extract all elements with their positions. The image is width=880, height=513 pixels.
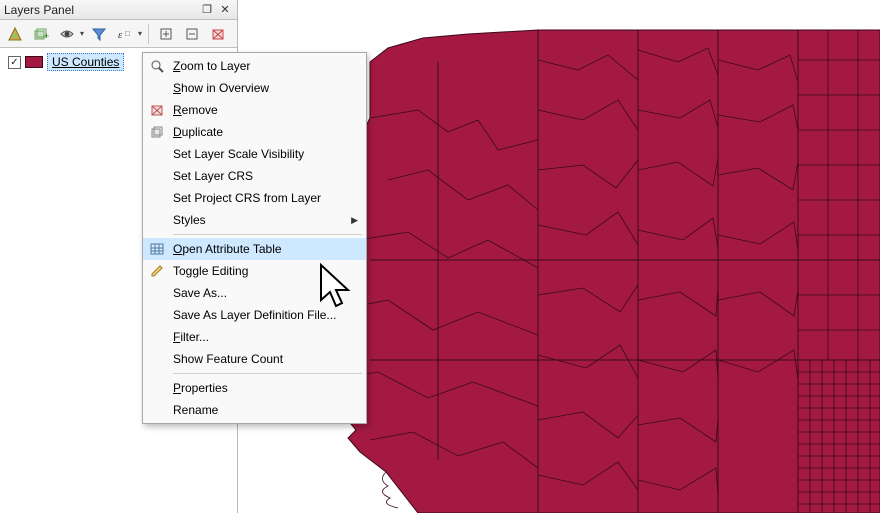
menu-item-remove[interactable]: Remove (143, 99, 366, 121)
chevron-down-icon[interactable]: ▾ (138, 29, 142, 38)
style-manager-icon[interactable] (4, 23, 26, 45)
blank-icon (149, 351, 165, 367)
menu-item-label: Toggle Editing (173, 264, 248, 278)
blank-icon (149, 212, 165, 228)
menu-item-set-project-crs-from-layer[interactable]: Set Project CRS from Layer (143, 187, 366, 209)
layer-swatch (25, 56, 43, 68)
menu-item-label: Properties (173, 381, 228, 395)
blank-icon (149, 285, 165, 301)
chevron-down-icon[interactable]: ▾ (80, 29, 84, 38)
layers-toolbar: + ▾ ε□ ▾ (0, 20, 237, 48)
menu-item-label: Filter... (173, 330, 209, 344)
close-panel-button[interactable]: ✕ (217, 2, 233, 18)
menu-item-set-layer-crs[interactable]: Set Layer CRS (143, 165, 366, 187)
menu-separator (173, 373, 362, 374)
remove-icon (149, 102, 165, 118)
menu-item-label: Set Project CRS from Layer (173, 191, 321, 205)
manage-visibility-icon[interactable] (56, 23, 78, 45)
menu-item-label: Save As Layer Definition File... (173, 308, 336, 322)
menu-item-label: Zoom to Layer (173, 59, 250, 73)
expand-all-icon[interactable] (155, 23, 177, 45)
menu-item-zoom-to-layer[interactable]: Zoom to Layer (143, 55, 366, 77)
expression-filter-icon[interactable]: ε□ (114, 23, 136, 45)
collapse-all-icon[interactable] (181, 23, 203, 45)
svg-text:□: □ (125, 29, 130, 38)
menu-item-label: Open Attribute Table (173, 242, 282, 256)
menu-item-show-feature-count[interactable]: Show Feature Count (143, 348, 366, 370)
menu-item-label: Duplicate (173, 125, 223, 139)
menu-item-open-attribute-table[interactable]: Open Attribute Table (143, 238, 366, 260)
layer-name-label[interactable]: US Counties (47, 53, 124, 71)
menu-item-label: Set Layer CRS (173, 169, 253, 183)
panel-header: Layers Panel ❐ ✕ (0, 0, 237, 20)
menu-separator (173, 234, 362, 235)
toolbar-separator (148, 24, 149, 44)
blank-icon (149, 146, 165, 162)
layer-context-menu[interactable]: Zoom to Layer Show in Overview Remove Dupli… (142, 52, 367, 424)
menu-item-label: Set Layer Scale Visibility (173, 147, 304, 161)
filter-legend-icon[interactable] (88, 23, 110, 45)
zoom-icon (149, 58, 165, 74)
menu-item-styles[interactable]: Styles ▶ (143, 209, 366, 231)
menu-item-properties[interactable]: Properties (143, 377, 366, 399)
menu-item-label: Remove (173, 103, 218, 117)
menu-item-save-as-layer-definition-file[interactable]: Save As Layer Definition File... (143, 304, 366, 326)
layer-visibility-checkbox[interactable]: ✓ (8, 56, 21, 69)
blank-icon (149, 168, 165, 184)
menu-item-save-as[interactable]: Save As... (143, 282, 366, 304)
menu-item-label: Rename (173, 403, 218, 417)
add-group-icon[interactable]: + (30, 23, 52, 45)
panel-title: Layers Panel (4, 0, 197, 20)
menu-item-label: Save As... (173, 286, 227, 300)
dock-toggle-button[interactable]: ❐ (199, 2, 215, 18)
menu-item-filter[interactable]: Filter... (143, 326, 366, 348)
pencil-icon (149, 263, 165, 279)
svg-text:ε: ε (118, 29, 123, 41)
menu-item-label: Styles (173, 213, 206, 227)
menu-item-toggle-editing[interactable]: Toggle Editing (143, 260, 366, 282)
svg-text:+: + (44, 31, 49, 41)
blank-icon (149, 307, 165, 323)
duplicate-icon (149, 124, 165, 140)
remove-layer-icon[interactable] (207, 23, 229, 45)
menu-item-set-layer-scale-visibility[interactable]: Set Layer Scale Visibility (143, 143, 366, 165)
blank-icon (149, 80, 165, 96)
blank-icon (149, 190, 165, 206)
menu-item-duplicate[interactable]: Duplicate (143, 121, 366, 143)
menu-item-label: Show Feature Count (173, 352, 283, 366)
blank-icon (149, 402, 165, 418)
blank-icon (149, 329, 165, 345)
menu-item-show-in-overview[interactable]: Show in Overview (143, 77, 366, 99)
menu-item-label: Show in Overview (173, 81, 269, 95)
menu-item-rename[interactable]: Rename (143, 399, 366, 421)
table-icon (149, 241, 165, 257)
blank-icon (149, 380, 165, 396)
chevron-right-icon: ▶ (351, 215, 358, 226)
